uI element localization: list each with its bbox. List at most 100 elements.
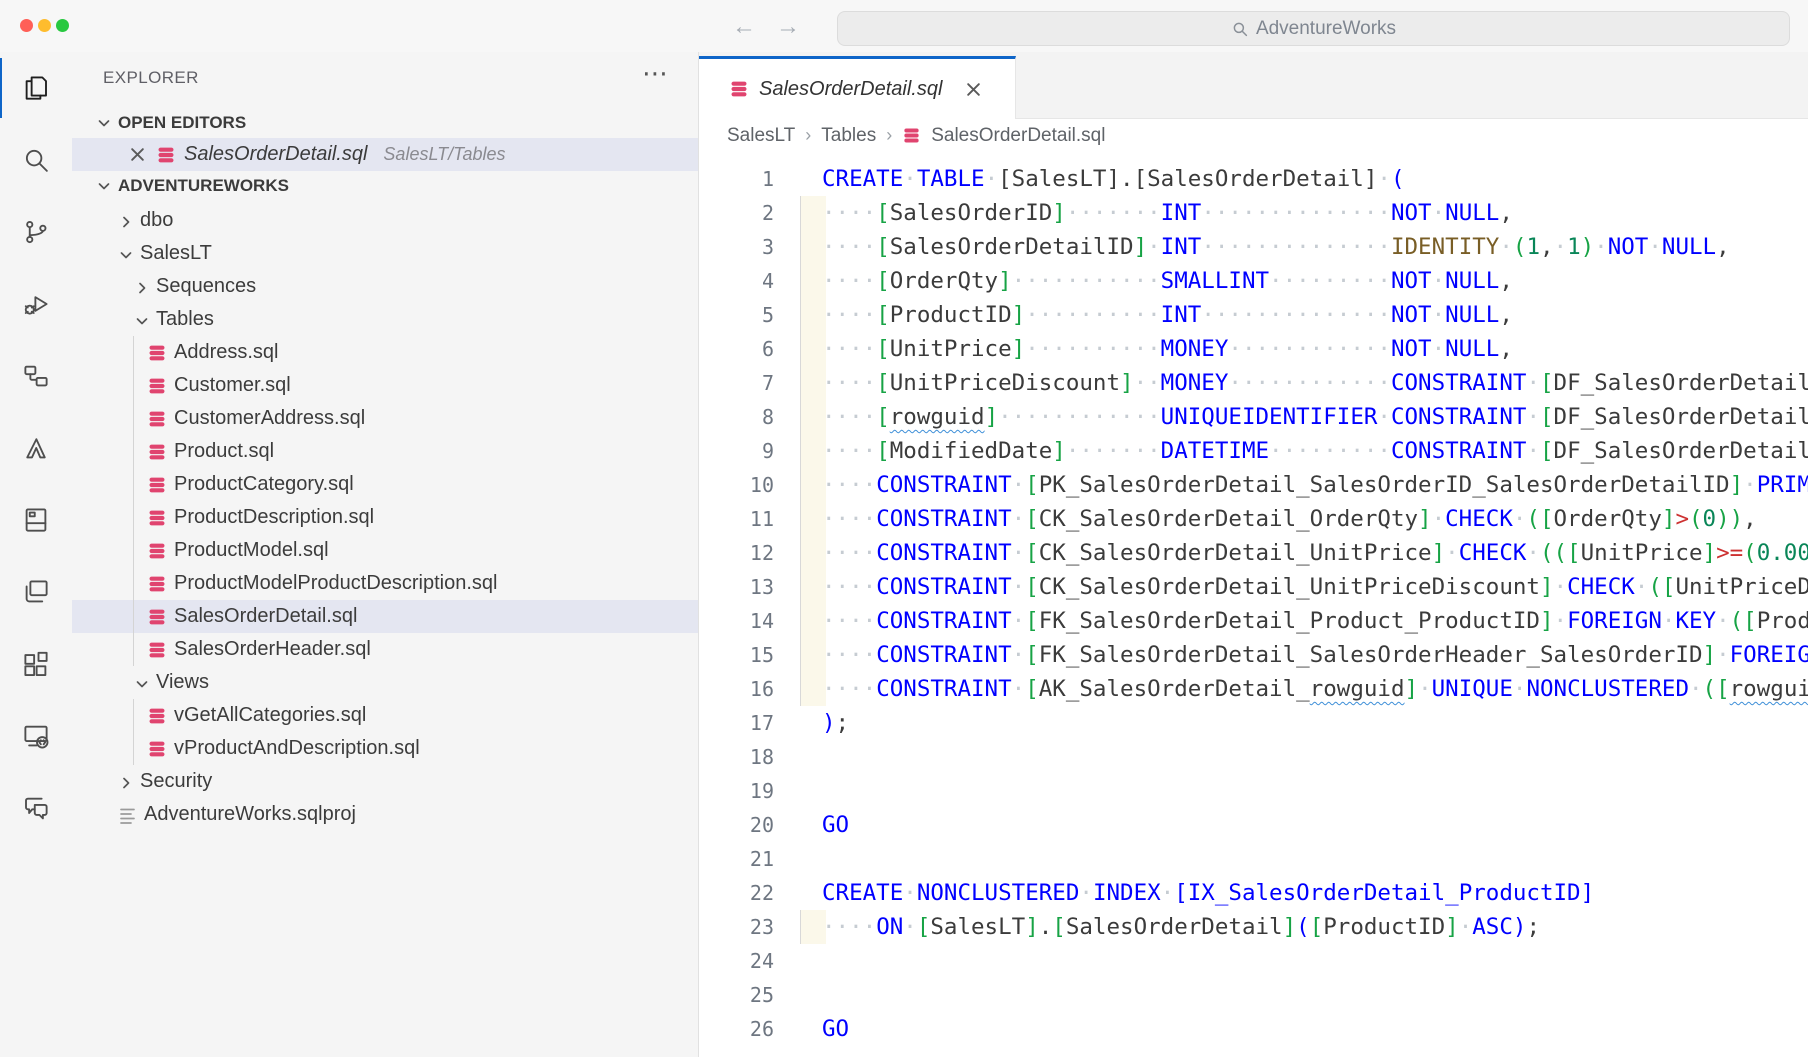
code-line-7[interactable]: 7····[UnitPriceDiscount]··MONEY·········… [699,366,1808,400]
code-line-17[interactable]: 17); [699,706,1808,740]
activity-bar-item-extensions[interactable] [0,628,72,700]
command-center-search[interactable]: AdventureWorks [837,11,1790,46]
line-number[interactable]: 10 [699,473,774,497]
line-number[interactable]: 25 [699,983,774,1007]
breadcrumb-item[interactable]: Tables [821,125,876,147]
search-icon [21,145,51,175]
line-number[interactable]: 1 [699,167,774,191]
activity-bar-item-database-projects[interactable] [0,340,72,412]
line-number[interactable]: 23 [699,915,774,939]
navigate-forward-button[interactable]: → [776,13,800,41]
code-line-12[interactable]: 12····CONSTRAINT·[CK_SalesOrderDetail_Un… [699,536,1808,570]
code-line-23[interactable]: 23····ON·[SalesLT].[SalesOrderDetail]([P… [699,910,1808,944]
code-editor[interactable]: 1CREATE·TABLE·[SalesLT].[SalesOrderDetai… [699,152,1808,1057]
line-number[interactable]: 17 [699,711,774,735]
line-number[interactable]: 16 [699,677,774,701]
close-tab-icon[interactable] [964,80,983,99]
close-window-button[interactable] [20,19,33,32]
breadcrumb-item[interactable]: SalesOrderDetail.sql [931,125,1105,147]
activity-bar-item-explorer[interactable] [0,52,72,124]
tree-item-views[interactable]: Views [72,666,698,699]
line-number[interactable]: 26 [699,1017,774,1041]
activity-bar-item-remote-explorer[interactable] [0,700,72,772]
tab-salesorderdetail[interactable]: SalesOrderDetail.sql [699,56,1016,119]
code-line-2[interactable]: 2····[SalesOrderID]·······INT···········… [699,196,1808,230]
code-line-8[interactable]: 8····[rowguid]············UNIQUEIDENTIFI… [699,400,1808,434]
code-line-1[interactable]: 1CREATE·TABLE·[SalesLT].[SalesOrderDetai… [699,162,1808,196]
minimize-window-button[interactable] [38,19,51,32]
code-line-19[interactable]: 19 [699,774,1808,808]
code-line-18[interactable]: 18 [699,740,1808,774]
code-line-20[interactable]: 20GO [699,808,1808,842]
tree-item-tables[interactable]: Tables [72,303,698,336]
line-number[interactable]: 11 [699,507,774,531]
code-line-14[interactable]: 14····CONSTRAINT·[FK_SalesOrderDetail_Pr… [699,604,1808,638]
tree-item-productmodelproductdescription-sql[interactable]: ProductModelProductDescription.sql [72,567,698,600]
code-line-16[interactable]: 16····CONSTRAINT·[AK_SalesOrderDetail_ro… [699,672,1808,706]
open-editor-item[interactable]: SalesOrderDetail.sql SalesLT/Tables [72,138,698,171]
line-number[interactable]: 22 [699,881,774,905]
tree-item-salesorderdetail-sql[interactable]: SalesOrderDetail.sql [72,600,698,633]
activity-bar-item-notebooks[interactable] [0,484,72,556]
close-icon[interactable] [128,145,147,164]
line-number[interactable]: 8 [699,405,774,429]
code-line-26[interactable]: 26GO [699,1012,1808,1046]
tree-item-saleslt[interactable]: SalesLT [72,237,698,270]
activity-bar-item-run-debug[interactable] [0,268,72,340]
line-number[interactable]: 9 [699,439,774,463]
tree-item-sequences[interactable]: Sequences [72,270,698,303]
tree-item-product-sql[interactable]: Product.sql [72,435,698,468]
line-number[interactable]: 13 [699,575,774,599]
code-line-4[interactable]: 4····[OrderQty]···········SMALLINT······… [699,264,1808,298]
line-number[interactable]: 20 [699,813,774,837]
tree-item-productdescription-sql[interactable]: ProductDescription.sql [72,501,698,534]
line-number[interactable]: 3 [699,235,774,259]
code-line-24[interactable]: 24 [699,944,1808,978]
tree-item-productcategory-sql[interactable]: ProductCategory.sql [72,468,698,501]
navigate-back-button[interactable]: ← [732,13,756,41]
line-number[interactable]: 14 [699,609,774,633]
code-line-3[interactable]: 3····[SalesOrderDetailID]·INT···········… [699,230,1808,264]
tree-item-customeraddress-sql[interactable]: CustomerAddress.sql [72,402,698,435]
zoom-window-button[interactable] [56,19,69,32]
line-number[interactable]: 19 [699,779,774,803]
line-number[interactable]: 2 [699,201,774,225]
tree-item-customer-sql[interactable]: Customer.sql [72,369,698,402]
code-line-21[interactable]: 21 [699,842,1808,876]
breadcrumb-item[interactable]: SalesLT [727,125,795,147]
code-line-15[interactable]: 15····CONSTRAINT·[FK_SalesOrderDetail_Sa… [699,638,1808,672]
activity-bar-item-azure[interactable] [0,412,72,484]
code-line-10[interactable]: 10····CONSTRAINT·[PK_SalesOrderDetail_Sa… [699,468,1808,502]
tree-item-adventureworks-sqlproj[interactable]: AdventureWorks.sqlproj [72,798,698,831]
tree-item-security[interactable]: Security [72,765,698,798]
activity-bar-item-comments[interactable] [0,772,72,844]
line-number[interactable]: 7 [699,371,774,395]
code-line-6[interactable]: 6····[UnitPrice]··········MONEY·········… [699,332,1808,366]
tree-item-salesorderheader-sql[interactable]: SalesOrderHeader.sql [72,633,698,666]
code-line-13[interactable]: 13····CONSTRAINT·[CK_SalesOrderDetail_Un… [699,570,1808,604]
line-number[interactable]: 12 [699,541,774,565]
line-number[interactable]: 5 [699,303,774,327]
line-number[interactable]: 6 [699,337,774,361]
workspace-section-header[interactable]: ADVENTUREWORKS [72,171,698,201]
activity-bar-item-windows[interactable] [0,556,72,628]
tree-item-dbo[interactable]: dbo [72,204,698,237]
tree-item-vgetallcategories-sql[interactable]: vGetAllCategories.sql [72,699,698,732]
activity-bar-item-source-control[interactable] [0,196,72,268]
tree-item-vproductanddescription-sql[interactable]: vProductAndDescription.sql [72,732,698,765]
line-number[interactable]: 15 [699,643,774,667]
code-line-11[interactable]: 11····CONSTRAINT·[CK_SalesOrderDetail_Or… [699,502,1808,536]
line-number[interactable]: 21 [699,847,774,871]
activity-bar-item-search[interactable] [0,124,72,196]
line-number[interactable]: 18 [699,745,774,769]
code-line-5[interactable]: 5····[ProductID]··········INT···········… [699,298,1808,332]
tree-item-productmodel-sql[interactable]: ProductModel.sql [72,534,698,567]
tree-item-address-sql[interactable]: Address.sql [72,336,698,369]
code-line-22[interactable]: 22CREATE·NONCLUSTERED·INDEX·[IX_SalesOrd… [699,876,1808,910]
open-editors-section-header[interactable]: OPEN EDITORS [72,108,698,138]
line-number[interactable]: 4 [699,269,774,293]
code-line-25[interactable]: 25 [699,978,1808,1012]
code-line-9[interactable]: 9····[ModifiedDate]·······DATETIME······… [699,434,1808,468]
more-actions-icon[interactable]: ⋯ [642,60,668,86]
line-number[interactable]: 24 [699,949,774,973]
